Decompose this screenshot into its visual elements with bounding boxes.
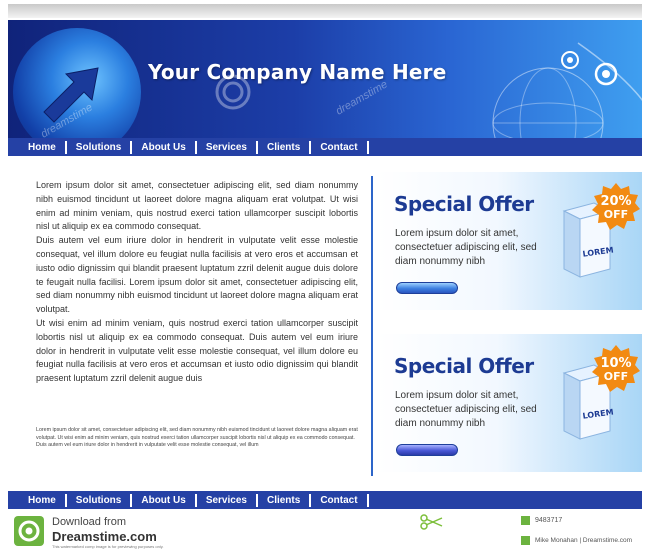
dreamstime-logo-icon (14, 516, 44, 546)
author-row: Mike Monahan | Dreamstime.com (521, 536, 632, 545)
offer-title: Special Offer (394, 354, 534, 378)
nav-solutions[interactable]: Solutions (67, 493, 133, 507)
image-id: 9483717 (535, 517, 563, 524)
column-divider (371, 176, 373, 476)
author-icon (521, 536, 530, 545)
nav-services[interactable]: Services (197, 493, 258, 507)
offer-description: Lorem ipsum dolor sit amet, consectetuer… (395, 228, 537, 267)
company-name: Your Company Name Here (148, 60, 447, 84)
header-banner: Your Company Name Here dreamstime dreams… (8, 20, 642, 138)
offer-button[interactable] (396, 282, 458, 294)
stock-footer: Download from Dreamstime.com This waterm… (0, 510, 650, 550)
scissors-icon (420, 514, 443, 530)
badge-off-label: OFF (604, 208, 628, 221)
paragraph: Duis autem vel eum iriure dolor in hendr… (36, 235, 358, 315)
nav-clients[interactable]: Clients (258, 493, 312, 507)
nav-contact[interactable]: Contact (311, 140, 369, 154)
nav-clients[interactable]: Clients (258, 140, 312, 154)
nav-solutions[interactable]: Solutions (67, 140, 133, 154)
fine-print: Lorem ipsum dolor sit amet, consectetuer… (36, 427, 358, 450)
offer-title: Special Offer (394, 192, 534, 216)
offer-button[interactable] (396, 444, 458, 456)
discount-badge-icon: 20% OFF (592, 183, 640, 230)
preview-note: This watermarked comp image is for previ… (52, 544, 164, 549)
paragraph: Ut wisi enim ad minim veniam, quis nostr… (36, 317, 358, 384)
dreamstime-brand[interactable]: Dreamstime.com (52, 529, 157, 544)
small-paragraph: Lorem ipsum dolor sit amet, consectetuer… (36, 427, 358, 441)
paragraph: Lorem ipsum dolor sit amet, consectetuer… (36, 180, 358, 232)
offer-description: Lorem ipsum dolor sit amet, consectetuer… (395, 390, 537, 429)
nav-home[interactable]: Home (8, 493, 67, 507)
watermark-swirl-icon (215, 74, 251, 110)
body-text: Lorem ipsum dolor sit amet, consectetuer… (36, 179, 358, 386)
top-nav: Home Solutions About Us Services Clients… (8, 138, 642, 156)
badge-percent: 10% (600, 356, 631, 371)
top-rule (8, 4, 642, 18)
small-paragraph: Duis autem vel eum iriure dolor in hendr… (36, 442, 259, 448)
id-icon (521, 516, 530, 525)
nav-about-us[interactable]: About Us (132, 140, 197, 154)
main-area: Lorem ipsum dolor sit amet, consectetuer… (8, 156, 642, 491)
globe-graphic-icon (492, 42, 642, 138)
nav-home[interactable]: Home (8, 140, 67, 154)
badge-off-label: OFF (604, 370, 628, 383)
special-offer-panel: Special Offer Lorem ipsum dolor sit amet… (378, 334, 642, 472)
author-credit: Mike Monahan | Dreamstime.com (535, 537, 633, 544)
nav-about-us[interactable]: About Us (132, 493, 197, 507)
bottom-nav: Home Solutions About Us Services Clients… (8, 491, 642, 509)
special-offer-panel: Special Offer Lorem ipsum dolor sit amet… (378, 172, 642, 310)
watermark-text: dreamstime (333, 78, 390, 118)
nav-contact[interactable]: Contact (311, 493, 369, 507)
download-text: Download from (52, 516, 126, 528)
badge-percent: 20% (600, 194, 631, 209)
nav-services[interactable]: Services (197, 140, 258, 154)
discount-badge-icon: 10% OFF (592, 345, 640, 392)
image-id-row: 9483717 (521, 516, 562, 525)
